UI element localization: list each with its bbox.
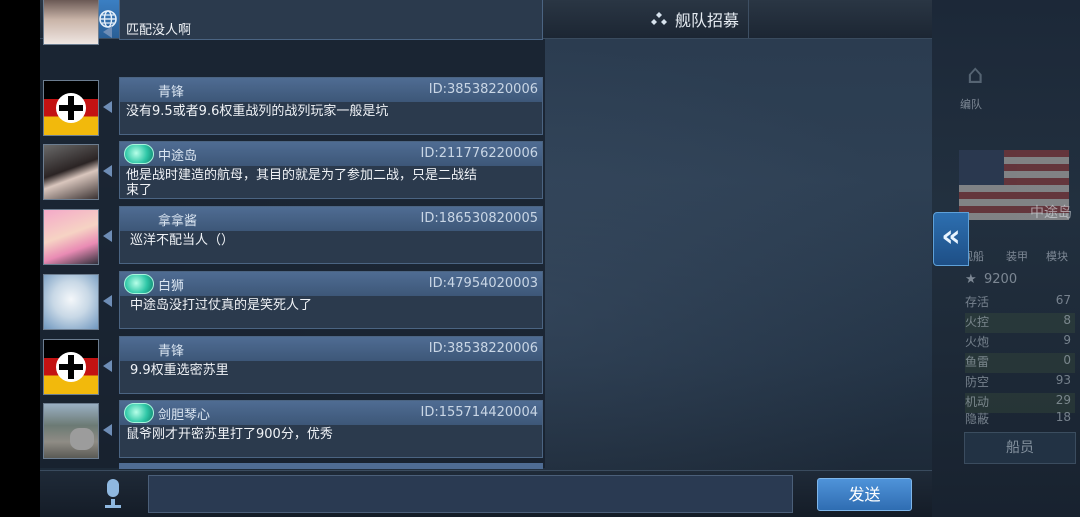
message-header: 拿拿酱 ID:186530820005 (120, 207, 542, 231)
message-bubble: 匹配没人啊 (119, 0, 543, 40)
message-header: 白狮 ID:47954020003 (120, 272, 542, 296)
tab-fleet-recruit-label: 舰队招募 (675, 11, 740, 30)
bubble-pointer (103, 230, 112, 242)
sender-id: ID:38538220006 (428, 341, 538, 356)
message-text: 巡洋不配当人（） (130, 233, 235, 248)
stat-row: 火炮 9 (965, 333, 1071, 349)
recruit-dots-icon (647, 7, 671, 31)
chat-message: 剑胆琴心 ID:155714420004 鼠爷刚才开密苏里打了900分，优秀 (40, 400, 545, 462)
bubble-pointer (103, 360, 112, 372)
message-bubble: 白狮 ID:47954020003 中途岛没打过仗真的是笑死人了 (119, 271, 543, 329)
stat-row: 火控 8 (965, 313, 1075, 333)
avatar[interactable] (43, 403, 99, 459)
sender-id: ID:155714420004 (420, 405, 538, 420)
message-text: 他是战时建造的航母，其目的就是为了参加二战，只是二战结束了 (126, 168, 478, 198)
send-button[interactable]: 发送 (817, 478, 912, 511)
message-text: 没有9.5或者9.6权重战列的战列玩家一般是坑 (126, 104, 389, 119)
sender-name[interactable]: 剑胆琴心 (158, 404, 210, 423)
vip-badge-icon (124, 403, 154, 423)
chat-message: 白狮 ID:47954020003 中途岛没打过仗真的是笑死人了 (40, 271, 545, 333)
module-tab[interactable]: 模块 (1046, 248, 1068, 264)
message-text: 鼠爷刚才开密苏里打了900分，优秀 (126, 427, 333, 442)
sender-name[interactable]: 青锋 (158, 81, 184, 100)
sender-name[interactable]: 白狮 (158, 275, 184, 294)
formation-label: 编队 (960, 98, 982, 111)
left-edge-bar (0, 0, 40, 517)
avatar[interactable] (43, 274, 99, 330)
message-bubble: 拿拿酱 ID:186530820005 巡洋不配当人（） (119, 206, 543, 264)
stat-row: 鱼雷 0 (965, 353, 1075, 373)
chat-message: 青锋 ID:38538220006 没有9.5或者9.6权重战列的战列玩家一般是… (40, 77, 545, 139)
iron-cross-emblem (56, 93, 86, 123)
message-text: 9.9权重选密苏里 (130, 363, 229, 378)
message-text: 中途岛没打过仗真的是笑死人了 (130, 298, 313, 313)
sender-id: ID:38538220006 (428, 82, 538, 97)
chat-input-bar: 发送 (40, 470, 932, 517)
microphone-icon[interactable] (102, 479, 124, 509)
vip-badge-icon (124, 274, 154, 294)
bubble-pointer (103, 165, 112, 177)
avatar[interactable] (43, 209, 99, 265)
formation-icon: ⌂ (967, 60, 984, 90)
avatar[interactable] (43, 144, 99, 200)
bubble-pointer (103, 295, 112, 307)
message-bubble: 剑胆琴心 ID:155714420004 鼠爷刚才开密苏里打了900分，优秀 (119, 400, 543, 458)
message-bubble: 青锋 ID:38538220006 没有9.5或者9.6权重战列的战列玩家一般是… (119, 77, 543, 135)
chat-input[interactable] (148, 475, 793, 513)
star-icon: ★ (965, 272, 977, 287)
expand-panel-button[interactable]: « (933, 212, 969, 266)
message-header: 中途岛 ID:211776220006 (120, 142, 542, 166)
sender-name[interactable]: 拿拿酱 (158, 210, 197, 229)
chat-message: 中途岛 ID:211776220006 他是战时建造的航母，其目的就是为了参加二… (40, 141, 545, 203)
bubble-pointer (103, 101, 112, 113)
armor-tab[interactable]: 装甲 (1006, 248, 1028, 264)
message-header: 青锋 ID:38538220006 (120, 78, 542, 102)
avatar[interactable] (43, 339, 99, 395)
game-chat-screen: ⌂ 编队 舰船 装甲 模块 ★ 9200 中途岛 存活 67 火控 8 火炮 9 鱼雷… (0, 0, 1080, 517)
message-header: 青锋 ID:38538220006 (120, 337, 542, 361)
stat-row: 存活 67 (965, 293, 1071, 309)
crew-button[interactable]: 船员 (964, 432, 1076, 464)
chat-message: 拿拿酱 ID:186530820005 巡洋不配当人（） (40, 206, 545, 268)
stat-row: 隐蔽 18 (965, 410, 1071, 426)
vip-badge-icon (124, 144, 154, 164)
iron-cross-emblem (56, 352, 86, 382)
message-bubble: 青锋 ID:38538220006 9.9权重选密苏里 (119, 336, 543, 394)
bubble-pointer (103, 424, 112, 436)
avatar[interactable] (43, 80, 99, 136)
stat-row: 防空 93 (965, 373, 1071, 389)
sender-id: ID:47954020003 (428, 276, 538, 291)
message-bubble: 中途岛 ID:211776220006 他是战时建造的航母，其目的就是为了参加二… (119, 141, 543, 199)
bubble-pointer (103, 26, 112, 38)
next-message-edge (119, 463, 543, 469)
tab-fleet-recruit[interactable]: 舰队招募 (531, 0, 749, 38)
sender-name[interactable]: 中途岛 (158, 145, 197, 164)
ship-name: 中途岛 (1030, 205, 1072, 221)
message-header: 剑胆琴心 ID:155714420004 (120, 401, 542, 425)
sender-id: ID:186530820005 (420, 211, 538, 226)
ship-score: 9200 (984, 272, 1018, 287)
chat-message: 青锋 ID:38538220006 9.9权重选密苏里 (40, 336, 545, 398)
message-text: 匹配没人啊 (126, 23, 192, 38)
sender-name[interactable]: 青锋 (158, 340, 184, 359)
chat-message: 匹配没人啊 (40, 0, 545, 48)
sender-id: ID:211776220006 (420, 146, 538, 161)
avatar[interactable] (43, 0, 99, 45)
